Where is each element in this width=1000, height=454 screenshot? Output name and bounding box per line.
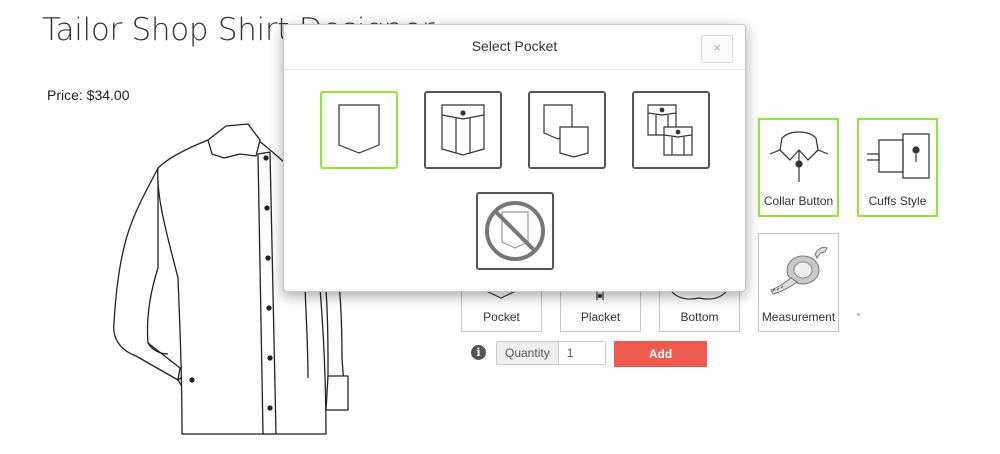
modal-header: Select Pocket × [284,25,745,70]
bottom-label: Bottom [680,310,719,324]
modal-title: Select Pocket [471,38,558,54]
info-icon[interactable]: i [471,345,486,360]
close-button[interactable]: × [701,35,733,63]
collar-button-icon [769,131,829,182]
select-pocket-modal: Select Pocket × [283,24,746,292]
pocket-option-flap[interactable] [424,91,502,169]
placket-label: Placket [580,310,621,324]
cuffs-style-option[interactable]: Cuffs Style [857,118,938,217]
pocket-option-double-flap[interactable] [632,91,710,169]
collar-button-label: Collar Button [763,194,834,208]
cuff-icon [867,133,930,179]
add-to-cart-button[interactable]: Add [614,341,707,367]
quantity-group: Quantity [496,341,606,365]
quantity-input[interactable] [558,342,605,364]
double-flap-pocket-icon [647,104,693,156]
measurement-option[interactable]: Measurement [758,233,839,332]
measuring-tape-icon [770,246,828,295]
pocket-option-none[interactable] [476,192,554,270]
quantity-label: Quantity [497,342,559,364]
pocket-label: Pocket [483,310,520,324]
cuffs-style-label: Cuffs Style [868,194,927,208]
no-pocket-icon [485,201,545,261]
pocket-option-plain[interactable] [320,91,398,169]
measurement-label: Measurement [761,310,836,324]
collar-button-option[interactable]: Collar Button [758,118,839,217]
double-pocket-icon [543,104,589,158]
price-label: Price: $34.00 [47,87,130,103]
decorative-dot [857,313,860,316]
pocket-option-double[interactable] [528,91,606,169]
plain-pocket-icon [338,104,380,154]
flap-pocket-icon [441,104,485,156]
